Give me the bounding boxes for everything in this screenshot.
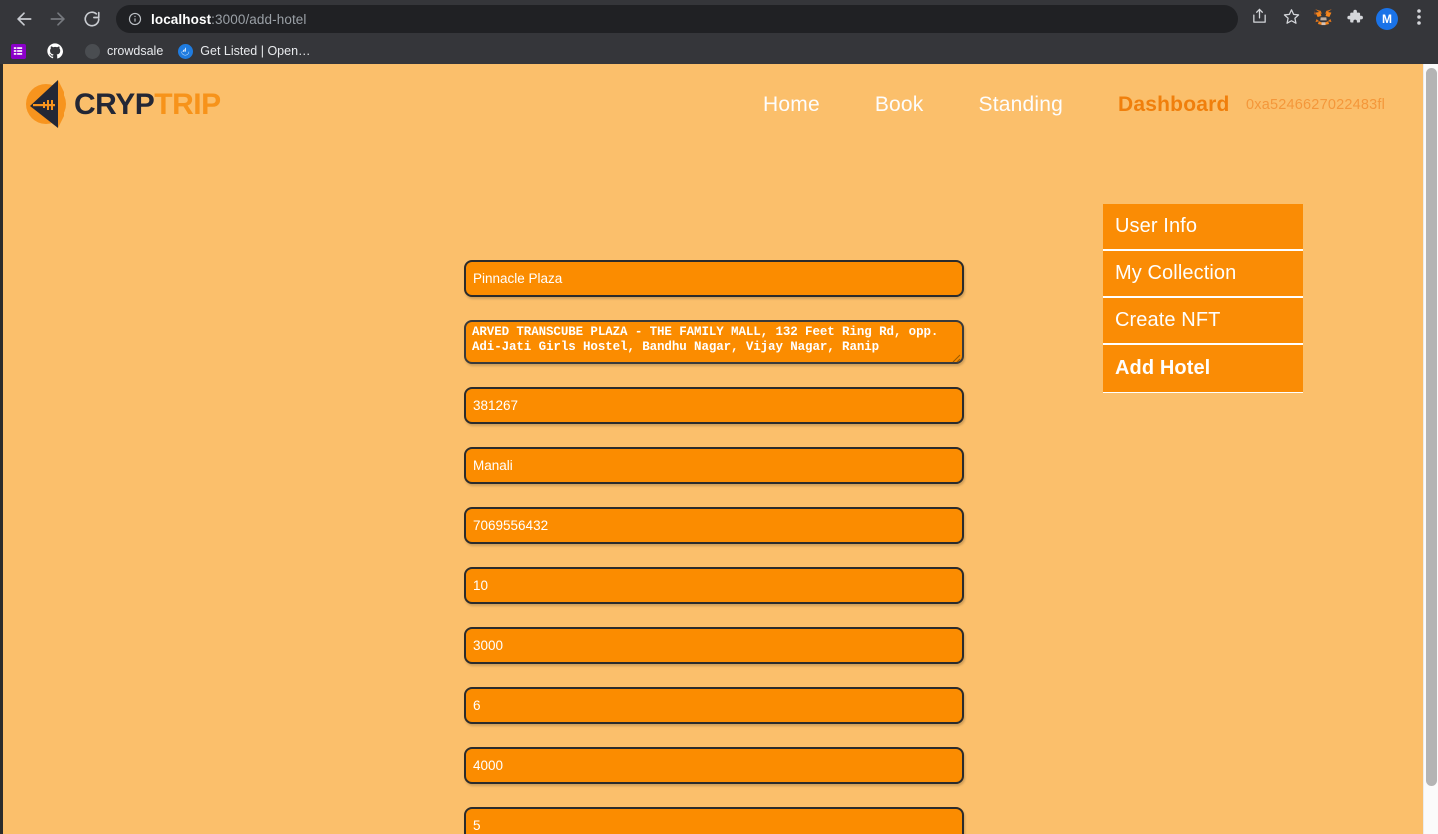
bookmarks-bar: crowdsale Get Listed | Open… [0,38,1438,64]
metamask-fox-icon [1313,8,1333,31]
chrome-menu-button[interactable] [1406,6,1432,32]
hotel-pincode-input[interactable] [464,387,964,424]
nav-item-dashboard[interactable]: Dashboard [1118,93,1230,117]
hotel-count-c-input[interactable] [464,807,964,834]
bookmark-opensea[interactable]: Get Listed | Open… [177,43,311,59]
metamask-button[interactable] [1310,6,1336,32]
toolbar-right-icons: M [1246,6,1432,32]
hotel-address-wrapper: ARVED TRANSCUBE PLAZA - THE FAMILY MALL,… [464,320,964,364]
forward-arrow-icon [48,9,68,29]
share-button[interactable] [1246,6,1272,32]
extensions-button[interactable] [1342,6,1368,32]
nav-item-book[interactable]: Book [875,93,924,117]
dropdown-item-add-hotel[interactable]: Add Hotel [1103,345,1303,392]
url-path: :3000/add-hotel [211,11,307,27]
bookmark-github[interactable] [47,43,70,59]
github-icon [47,43,63,59]
back-arrow-icon [14,9,34,29]
three-dot-menu-icon [1417,8,1421,30]
hotel-address-textarea[interactable]: ARVED TRANSCUBE PLAZA - THE FAMILY MALL,… [464,320,964,364]
reading-list-icon [10,43,26,59]
browser-toolbar: localhost:3000/add-hotel M [0,0,1438,38]
bookmark-label: crowdsale [107,44,164,58]
reload-button[interactable] [76,3,108,35]
bookmark-button[interactable] [1278,6,1304,32]
nav-item-standing[interactable]: Standing [979,93,1064,117]
site-header: CRYPTRIP Home Book Standing Dashboard 0x… [3,64,1424,146]
browser-chrome: localhost:3000/add-hotel M crowdsale Get… [0,0,1438,64]
address-bar[interactable]: localhost:3000/add-hotel [116,5,1238,33]
page-content: CRYPTRIP Home Book Standing Dashboard 0x… [3,64,1424,834]
wallet-address: 0xa5246627022483fl [1246,97,1386,113]
bookmark-crowdsale[interactable]: crowdsale [84,43,163,59]
profile-button[interactable]: M [1374,6,1400,32]
page-scrollbar[interactable] [1423,64,1438,834]
scrollbar-thumb[interactable] [1426,68,1437,786]
dropdown-item-user-info[interactable]: User Info [1103,204,1303,251]
hotel-rooms-input[interactable] [464,567,964,604]
plane-logo-icon [20,76,84,134]
puzzle-piece-icon [1346,8,1364,30]
site-logo[interactable]: CRYPTRIP [20,76,221,134]
hotel-price-b-input[interactable] [464,747,964,784]
dropdown-item-create-nft[interactable]: Create NFT [1103,298,1303,345]
hotel-phone-input[interactable] [464,507,964,544]
main-nav: Home Book Standing Dashboard [763,64,1230,146]
bookmark-reading-list[interactable] [10,43,33,59]
add-hotel-form: ARVED TRANSCUBE PLAZA - THE FAMILY MALL,… [464,260,964,834]
forward-button[interactable] [42,3,74,35]
opensea-icon [177,43,193,59]
back-button[interactable] [8,3,40,35]
nav-item-home[interactable]: Home [763,93,820,117]
hotel-count-b-input[interactable] [464,687,964,724]
logo-text-primary: CRYP [74,88,155,121]
site-info-icon[interactable] [128,12,142,26]
url-text: localhost:3000/add-hotel [151,12,307,27]
logo-text-secondary: TRIP [154,88,221,121]
dropdown-item-my-collection[interactable]: My Collection [1103,251,1303,298]
hotel-city-input[interactable] [464,447,964,484]
star-icon [1283,8,1300,30]
generic-site-icon [84,43,100,59]
hotel-name-input[interactable] [464,260,964,297]
hotel-price-a-input[interactable] [464,627,964,664]
dashboard-dropdown-menu: User Info My Collection Create NFT Add H… [1103,204,1303,392]
logo-wordmark: CRYPTRIP [74,88,221,122]
page-viewport: CRYPTRIP Home Book Standing Dashboard 0x… [0,64,1438,834]
avatar: M [1376,8,1398,30]
url-host: localhost [151,11,212,27]
bookmark-label: Get Listed | Open… [200,44,311,58]
reload-icon [83,10,101,28]
share-icon [1251,8,1268,30]
